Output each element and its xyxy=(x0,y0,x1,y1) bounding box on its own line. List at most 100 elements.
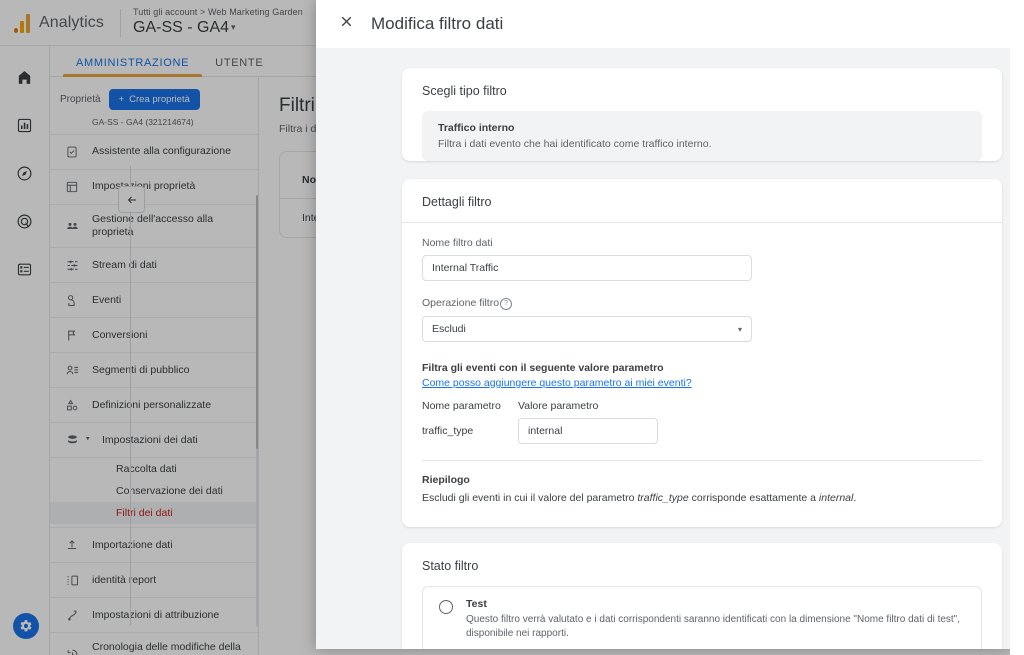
database-icon xyxy=(64,432,80,448)
filter-status-radio-group: Test Questo filtro verrà valutato e i da… xyxy=(422,585,982,649)
conversions-flag-icon xyxy=(64,327,80,343)
filter-status-card: Stato filtro Test Questo filtro verrà va… xyxy=(402,542,1002,649)
parameter-value-text: internal xyxy=(528,425,563,437)
filter-type-option-internal-traffic[interactable]: Traffico interno Filtra i dati evento ch… xyxy=(422,111,982,161)
sidebar-subitem-filtri-dei-dati[interactable]: Filtri dei dati xyxy=(50,502,258,525)
filter-name-label: Nome filtro dati xyxy=(422,237,493,249)
sidebar-item-label: identità report xyxy=(92,573,157,586)
sidebar-subitem-conservazione-dati[interactable]: Conservazione dei dati xyxy=(50,480,258,502)
parameter-value-header: Valore parametro xyxy=(518,400,599,412)
analytics-admin-screen: Analytics Tutti gli account > Web Market… xyxy=(0,0,1024,655)
left-nav-rail xyxy=(0,46,50,655)
parameter-help-link[interactable]: Come posso aggiungere questo parametro a… xyxy=(422,377,982,389)
tab-amministrazione[interactable]: AMMINISTRAZIONE xyxy=(63,57,203,77)
sidebar-item-conversions[interactable]: Conversioni xyxy=(50,318,258,354)
filter-operation-label: Operazione filtro? xyxy=(422,297,982,310)
divider xyxy=(120,8,121,37)
tab-utente[interactable]: UTENTE xyxy=(202,57,276,76)
modal-header: Modifica filtro dati xyxy=(316,0,1010,48)
data-settings-children: Raccolta dati Conservazione dei dati Fil… xyxy=(50,458,258,529)
setup-assistant-icon xyxy=(64,144,80,160)
arrow-left-icon xyxy=(127,196,136,203)
filter-type-card: Scegli tipo filtro Traffico interno Filt… xyxy=(402,68,1002,161)
sidebar-item-label: Importazione dati xyxy=(92,538,173,551)
summary-title: Riepilogo xyxy=(422,474,470,486)
home-icon[interactable] xyxy=(8,60,42,94)
events-icon xyxy=(64,292,80,308)
sidebar-item-label: Assistente alla configurazione xyxy=(92,145,231,158)
sidebar-item-reporting-identity[interactable]: identità report xyxy=(50,563,258,599)
advertising-target-icon[interactable] xyxy=(8,204,42,238)
close-icon[interactable] xyxy=(338,13,355,35)
property-settings-icon xyxy=(64,179,80,195)
sidebar-item-label: Segmenti di pubblico xyxy=(92,363,190,376)
sidebar-item-setup-assistant[interactable]: Assistente alla configurazione xyxy=(50,135,258,170)
reports-bar-chart-icon[interactable] xyxy=(8,108,42,142)
parameter-name-value: traffic_type xyxy=(422,425,474,437)
filter-operation-select[interactable]: Escludi ▾ xyxy=(422,316,752,342)
sidebar-item-label: Cronologia delle modifiche della proprie… xyxy=(92,641,241,655)
radio-icon[interactable] xyxy=(439,599,453,614)
help-circle-icon[interactable]: ? xyxy=(500,298,513,310)
create-property-label: Crea proprietà xyxy=(129,94,190,105)
data-import-icon xyxy=(64,537,80,553)
sidebar-item-property-settings[interactable]: Impostazioni proprietà xyxy=(50,170,258,205)
property-nav-column: Proprietà + Crea proprietà GA-SS - GA4 (… xyxy=(50,77,259,655)
parameter-grid: Nome parametro traffic_type Valore param… xyxy=(422,400,982,444)
modal-title: Modifica filtro dati xyxy=(371,14,504,33)
change-history-icon xyxy=(64,646,80,655)
property-selector-label: GA-SS - GA4 ▾ xyxy=(133,19,236,37)
sidebar-item-data-import[interactable]: Importazione dati xyxy=(50,528,258,564)
sidebar-item-label: Gestione dell'accesso alla proprietà xyxy=(92,213,214,239)
parameter-value-input[interactable]: internal xyxy=(518,418,658,444)
edit-data-filter-modal: Modifica filtro dati Scegli tipo filtro … xyxy=(316,0,1010,649)
option-title: Traffico interno xyxy=(438,122,515,134)
filter-status-card-title: Stato filtro xyxy=(422,558,479,573)
sidebar-item-label: Conversioni xyxy=(92,328,148,341)
chevron-down-icon: ▾ xyxy=(231,21,236,32)
parameter-section-title: Filtra gli eventi con il seguente valore… xyxy=(422,362,664,374)
sidebar-item-change-history[interactable]: Cronologia delle modifiche della proprie… xyxy=(50,633,258,655)
sidebar-item-events[interactable]: Eventi xyxy=(50,283,258,319)
filter-name-value: Internal Traffic xyxy=(432,262,499,274)
sidebar-subitem-raccolta-dati[interactable]: Raccolta dati xyxy=(50,458,258,480)
filter-details-card-title: Dettagli filtro xyxy=(422,195,492,209)
brand-label: Analytics xyxy=(39,13,104,31)
analytics-logo[interactable]: Analytics xyxy=(0,13,108,33)
sidebar-item-label: Definizioni personalizzate xyxy=(92,398,212,411)
filter-name-input[interactable]: Internal Traffic xyxy=(422,255,752,281)
library-list-icon[interactable] xyxy=(8,252,42,286)
analytics-bars-icon xyxy=(14,13,30,33)
explore-compass-icon[interactable] xyxy=(8,156,42,190)
custom-definitions-icon xyxy=(64,397,80,413)
sidebar-item-label: Impostazioni dei dati xyxy=(102,433,198,446)
sidebar-item-audiences[interactable]: Segmenti di pubblico xyxy=(50,353,258,389)
filter-details-card: Dettagli filtro Nome filtro dati Interna… xyxy=(402,179,1002,527)
sidebar-item-access-management[interactable]: Gestione dell'accesso alla proprietà xyxy=(50,205,258,249)
collapse-nav-button[interactable] xyxy=(118,186,145,213)
create-property-button[interactable]: + Crea proprietà xyxy=(108,89,200,110)
sidebar-scrollbar-thumb[interactable] xyxy=(256,195,258,449)
property-label: Proprietà xyxy=(60,94,101,105)
sidebar-item-custom-definitions[interactable]: Definizioni personalizzate xyxy=(50,388,258,424)
filter-type-card-title: Scegli tipo filtro xyxy=(422,84,507,98)
gear-icon[interactable] xyxy=(13,613,39,639)
parameter-value-column: Valore parametro internal xyxy=(518,400,982,444)
chevron-down-icon: ▾ xyxy=(86,435,90,443)
divider xyxy=(422,460,982,461)
sidebar-item-label: Eventi xyxy=(92,293,122,306)
option-description: Filtra i dati evento che hai identificat… xyxy=(438,138,712,150)
parameter-name-header: Nome parametro xyxy=(422,400,501,412)
property-id: GA-SS - GA4 (321214674) xyxy=(50,117,258,135)
radio-option-test[interactable]: Test Questo filtro verrà valutato e i da… xyxy=(423,587,981,649)
sidebar-item-attribution-settings[interactable]: Impostazioni di attribuzione xyxy=(50,598,258,634)
breadcrumb: Tutti gli account > Web Marketing Garden xyxy=(133,7,303,18)
modal-scroll-area[interactable]: Scegli tipo filtro Traffico interno Filt… xyxy=(316,48,1010,649)
attribution-settings-icon xyxy=(64,607,80,623)
nav-guide-line xyxy=(130,166,131,625)
reporting-identity-icon xyxy=(64,572,80,588)
account-selector[interactable]: Tutti gli account > Web Marketing Garden… xyxy=(133,7,303,37)
sidebar-item-data-settings[interactable]: ▾ Impostazioni dei dati xyxy=(50,423,258,459)
sidebar-item-data-streams[interactable]: Stream di dati xyxy=(50,248,258,284)
sidebar-item-label: Impostazioni di attribuzione xyxy=(92,608,220,621)
